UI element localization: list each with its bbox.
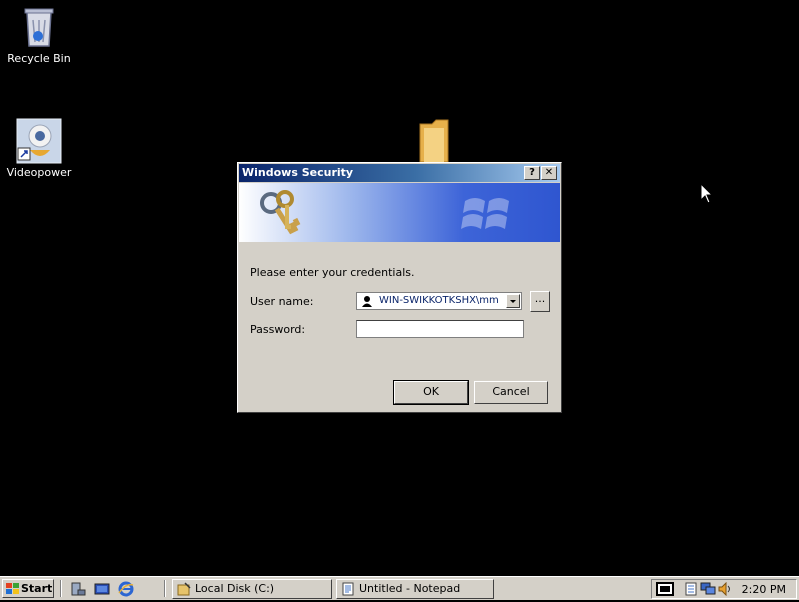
start-label: Start [21,582,53,595]
username-label: User name: [250,295,314,308]
input-language-icon[interactable] [656,582,674,599]
user-icon [361,295,373,310]
username-value: WIN-SWIKKOTKSHX\mm [379,295,499,306]
recycle-bin-desktop-icon[interactable]: Recycle Bin [4,6,74,65]
volume-icon[interactable] [718,581,732,599]
folder-icon [418,118,452,163]
task-notepad-label: Untitled - Notepad [359,582,461,595]
taskbar-separator [164,580,166,597]
cancel-button[interactable]: Cancel [474,381,548,404]
windows-security-dialog: Windows Security ? ✕ Please enter your c… [237,162,562,413]
browse-button[interactable]: ... [530,291,550,312]
server-manager-icon[interactable] [70,581,86,600]
mouse-cursor-icon [700,182,714,208]
password-field[interactable] [356,320,524,338]
task-notepad[interactable]: Untitled - Notepad [336,579,494,599]
username-combobox[interactable]: WIN-SWIKKOTKSHX\mm [356,292,522,310]
videopower-label: Videopower [6,166,72,179]
internet-explorer-icon[interactable] [118,581,134,600]
notepad-icon [341,582,355,602]
dialog-banner [239,183,560,242]
taskbar-clock: 2:20 PM [741,583,786,596]
close-button[interactable]: ✕ [541,166,557,180]
network-icon[interactable] [700,582,716,599]
windows-logo-icon [6,583,19,600]
windows-logo-watermark-icon [461,195,517,238]
ok-button[interactable]: OK [393,380,469,405]
dialog-titlebar[interactable]: Windows Security ? ✕ [239,164,560,182]
folder-edit-icon [177,582,191,602]
chevron-down-icon[interactable] [506,294,520,308]
recycle-bin-icon [19,6,59,50]
videopower-desktop-icon[interactable]: Videopower [4,118,74,179]
start-button[interactable]: Start [2,579,54,598]
credentials-prompt: Please enter your credentials. [250,266,415,279]
keys-icon [257,189,305,240]
task-local-disk-label: Local Disk (C:) [195,582,275,595]
task-local-disk[interactable]: Local Disk (C:) [172,579,332,599]
password-label: Password: [250,323,306,336]
recycle-bin-label: Recycle Bin [7,52,71,65]
taskbar-separator [60,580,62,597]
system-tray: 2:20 PM [651,579,797,599]
tray-notepad-icon[interactable] [684,582,698,599]
dialog-title: Windows Security [242,166,354,179]
taskbar: Start Local Disk (C:) Untitled - Notepad… [0,576,799,600]
show-desktop-icon[interactable] [94,581,110,600]
webcam-icon [16,118,62,164]
help-button[interactable]: ? [524,166,540,180]
